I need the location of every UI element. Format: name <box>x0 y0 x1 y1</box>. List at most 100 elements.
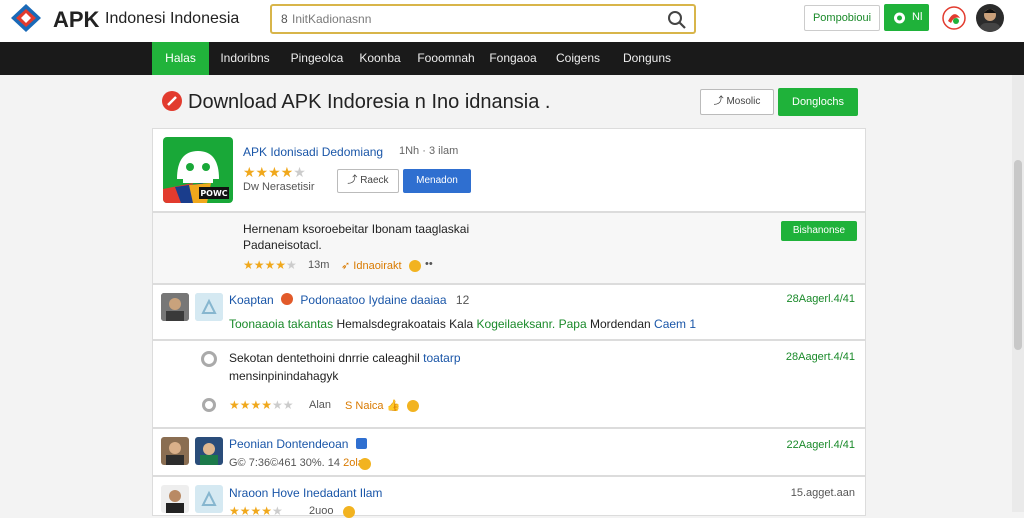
download-button[interactable]: Donglochs <box>778 88 858 116</box>
row-subtitle: Toonaaoia takantas Hemalsdegrakoatais Ka… <box>229 317 696 331</box>
row-sub-blue: Caem 1 <box>654 317 697 331</box>
description-card: Hernenam ksoroebeitar Ibonam taaglaskai … <box>152 212 866 284</box>
row-title[interactable]: Nraoon Hove Inedadant Ilam <box>229 486 382 500</box>
row-sub-dark: Hemalsdegrakoatais Kala <box>336 317 474 331</box>
nav-item-2[interactable]: Indoribns <box>214 42 276 75</box>
header-green-label: Nl <box>912 11 923 23</box>
row-title-part-3: 12 <box>455 293 470 307</box>
avatar <box>161 485 189 513</box>
search-input[interactable] <box>292 9 652 29</box>
app-icon-label: POWC <box>200 189 227 198</box>
main-nav: Halas Indoribns Pingeolca Koonba Fooomna… <box>0 42 1024 75</box>
row-sub-green: Toonaaoia takantas <box>229 317 334 331</box>
nav-item-home[interactable]: Halas <box>152 42 209 75</box>
row-tag-label: S Naica <box>345 400 384 412</box>
header-outline-button[interactable]: Pompobioui <box>804 5 880 31</box>
status-circle-icon <box>202 398 216 412</box>
row-rating-stars: ★★★★★ <box>229 504 283 518</box>
row-title-text: Peonian Dontendeoan <box>229 437 349 451</box>
row-line-1: Sekotan dentethoini dnrrie caleaghil <box>229 351 420 365</box>
row-meta: G© 7:36©461 30%. 14 2ola <box>229 457 364 469</box>
logo-text[interactable]: APK <box>53 7 99 33</box>
description-tag-label: Idnaoirakt <box>353 260 402 272</box>
app-name[interactable]: APK Idonisadi Dedomiang <box>243 145 383 159</box>
description-tag[interactable]: ➶ Idnaoirakt <box>341 259 402 272</box>
row-title-part-2: Podonaatoo Iydaine daaiaa <box>300 293 447 307</box>
app-rating-stars: ★★★★★ <box>243 164 306 180</box>
row-title[interactable]: Sekotan dentethoini dnrrie caleaghil toa… <box>229 351 461 365</box>
coin-icon <box>359 458 371 470</box>
app-thumbnail-icon <box>195 485 223 513</box>
row-line-2: mensinpinindahagyk <box>229 369 339 383</box>
list-item[interactable]: Koaptan Podonaatoo Iydaine daaiaa 12 Too… <box>152 284 866 340</box>
row-date: 28Aagerl.4/41 <box>786 293 856 305</box>
nav-item-5[interactable]: Fooomnah <box>413 42 479 75</box>
row-meta-text: G© 7:36©461 30%. 14 <box>229 457 341 469</box>
coin-icon <box>343 506 355 518</box>
nav-item-7[interactable]: Coigens <box>548 42 608 75</box>
description-badge[interactable]: Bishanonse <box>781 221 857 241</box>
row-title[interactable]: Koaptan Podonaatoo Iydaine daaiaa 12 <box>229 293 469 307</box>
nav-item-3[interactable]: Pingeolca <box>282 42 352 75</box>
app-thumbnail-icon <box>195 293 223 321</box>
app-share-button[interactable]: ⤴ Raeck <box>337 169 399 193</box>
row-title-part-1: Koaptan <box>229 293 274 307</box>
list-item[interactable]: Nraoon Hove Inedadant Ilam ★★★★★ 2uoo 15… <box>152 476 866 518</box>
coin-icon <box>409 260 421 272</box>
share-label: Mosolic <box>726 96 761 107</box>
page-title: Download APK Indoresia n Ino idnansia . <box>188 91 551 113</box>
description-line-1: Hernenam ksoroebeitar Ibonam taaglaskai <box>243 222 470 236</box>
avatar <box>161 437 189 465</box>
status-circle-icon <box>201 351 217 367</box>
scrollbar-thumb[interactable] <box>1014 160 1022 350</box>
row-size: 2uoo <box>309 505 334 517</box>
list-item[interactable]: Peonian Dontendeoan G© 7:36©461 30%. 14 … <box>152 428 866 476</box>
logo-icon[interactable] <box>8 3 44 33</box>
list-item[interactable]: Sekotan dentethoini dnrrie caleaghil toa… <box>152 340 866 428</box>
coin-icon <box>407 400 419 412</box>
red-dot-icon <box>281 293 294 305</box>
app-install-button[interactable]: Menadon <box>403 169 471 193</box>
thumbs-up-icon: 👍 <box>383 400 401 412</box>
page-header: Download APK Indoresia n Ino idnansia . … <box>152 82 866 126</box>
app-card: POWC APK Idonisadi Dedomiang 1Nh · 3 ila… <box>152 128 866 212</box>
row-title[interactable]: Peonian Dontendeoan <box>229 437 367 451</box>
search-prefix: 8 <box>281 12 288 26</box>
row-tag[interactable]: S Naica 👍 <box>345 399 400 412</box>
nav-item-4[interactable]: Koonba <box>355 42 405 75</box>
user-avatar[interactable] <box>976 4 1004 32</box>
top-bar: APK Indonesi Indonesia 8 Pompobioui Nl <box>0 0 1024 42</box>
app-developer[interactable]: Dw Nerasetisir <box>243 181 315 193</box>
description-text: Hernenam ksoroebeitar Ibonam taaglaskai … <box>243 221 643 253</box>
row-rating-stars: ★★★★★★ <box>229 398 294 412</box>
row-size: Alan <box>309 399 332 411</box>
share-icon: ⤴ <box>713 96 727 107</box>
app-share-label: Raeck <box>360 175 389 186</box>
chat-icon <box>892 10 907 25</box>
logo-subtitle[interactable]: Indonesi Indonesia <box>105 10 239 28</box>
app-meta: 1Nh · 3 ilam <box>399 145 459 157</box>
nav-item-6[interactable]: Fongaoa <box>484 42 542 75</box>
description-tag-suffix: •• <box>425 258 433 270</box>
row-date: 28Aagert.4/41 <box>785 351 855 363</box>
row-date: 15.agget.aan <box>790 487 855 499</box>
verified-icon <box>355 438 367 449</box>
share-icon: ⤴ <box>347 175 361 186</box>
app-icon[interactable]: POWC <box>163 137 233 203</box>
nav-item-8[interactable]: Donguns <box>614 42 680 75</box>
tag-icon: ➶ <box>341 260 354 272</box>
search-icon[interactable] <box>666 9 688 31</box>
description-size: 13m <box>308 259 330 271</box>
alert-icon <box>161 90 183 112</box>
app-thumbnail-icon <box>195 437 223 465</box>
row-date: 22Aagerl.4/41 <box>786 439 856 451</box>
avatar <box>161 293 189 321</box>
description-rating-stars: ★★★★★ <box>243 258 297 272</box>
row-line-1-link[interactable]: toatarp <box>423 351 460 365</box>
row-sub-dark-2: Mordendan <box>589 317 651 331</box>
header-green-button[interactable]: Nl <box>884 4 929 31</box>
share-button[interactable]: ⤴ Mosolic <box>700 89 774 115</box>
flag-icon[interactable] <box>942 6 966 30</box>
description-line-2: Padaneisotacl. <box>243 238 322 252</box>
search-bar[interactable]: 8 <box>270 4 696 34</box>
